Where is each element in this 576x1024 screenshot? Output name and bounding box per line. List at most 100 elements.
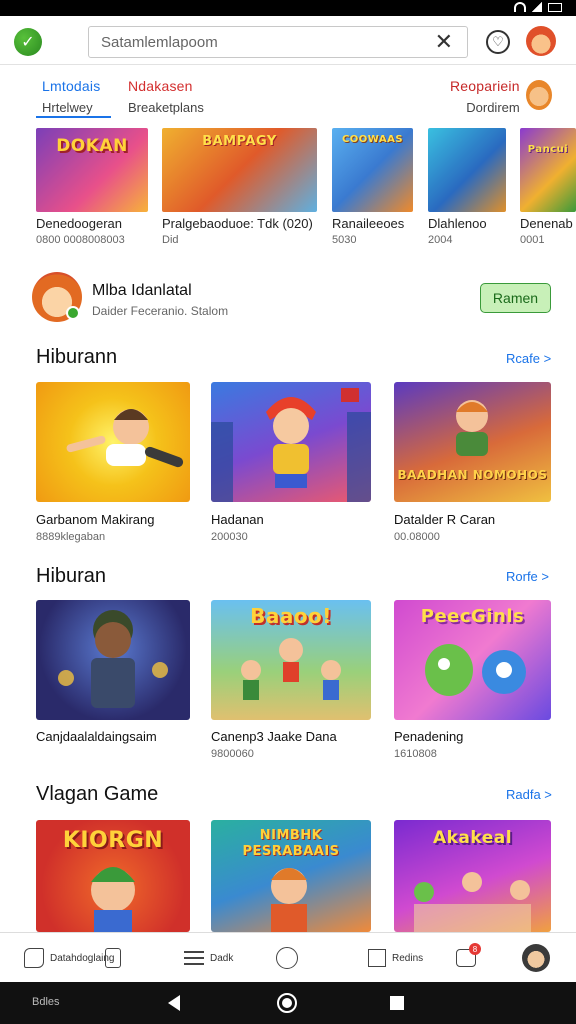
game-card[interactable]: KIORGN	[36, 820, 190, 932]
character-illustration	[456, 400, 488, 456]
game-art-title: PeecGinls	[420, 606, 525, 627]
game-title: Garbanom Makirang	[36, 512, 155, 527]
bottom-navigation: Datahdoglaing Dadk Redins 8	[0, 932, 576, 982]
nav-item-phone[interactable]	[105, 933, 121, 983]
tab-2[interactable]: Reopariein Dordirem	[450, 78, 520, 115]
game-art-title: KIORGN	[62, 828, 164, 853]
featured-sub: 5030	[332, 234, 357, 246]
game-card[interactable]: NIMBHK PESRABAAIS	[211, 820, 371, 932]
section-title: Vlagan Game	[36, 783, 159, 805]
home-icon[interactable]	[277, 993, 297, 1013]
section-more-link[interactable]: Rorfe >	[506, 569, 549, 584]
nav-label: Dadk	[210, 952, 234, 964]
game-title: Canjdaalaldaingsaim	[36, 729, 157, 744]
character-illustration	[66, 409, 184, 468]
featured-art-title: DOKAN	[56, 136, 128, 156]
wifi-icon	[514, 2, 526, 12]
section-more-link[interactable]: Rcafe >	[506, 351, 551, 366]
featured-title: Denenab	[520, 216, 573, 231]
tab-sub: Dordirem	[466, 100, 520, 115]
tab-sub: Hrtelwey	[42, 100, 93, 115]
search-input[interactable]	[101, 31, 421, 53]
featured-card[interactable]: COOWAAS	[332, 128, 413, 212]
section-title: Hiburann	[36, 346, 118, 368]
app-logo-icon[interactable]: ✓	[14, 28, 42, 56]
user-avatar[interactable]	[526, 26, 556, 56]
close-icon[interactable]: ✕	[435, 30, 453, 54]
profile-avatar	[522, 944, 550, 972]
game-card[interactable]	[36, 600, 190, 720]
section-more-link[interactable]: Radfa >	[506, 787, 552, 802]
featured-card[interactable]: DOKAN	[36, 128, 148, 212]
nav-item-clock[interactable]	[276, 933, 298, 983]
clock-icon	[276, 947, 298, 969]
featured-sub: 2004	[428, 234, 453, 246]
featured-title: Denedoogeran	[36, 216, 123, 231]
game-subtitle: 1610808	[394, 748, 437, 760]
active-tab-indicator	[36, 116, 111, 118]
nav-label: Redins	[392, 952, 424, 964]
developer-name: Mlba Idanlatal	[92, 282, 192, 299]
verified-icon	[66, 306, 80, 320]
featured-sub: 0001	[520, 234, 545, 246]
top-app-bar: ✓ ✕ ♡	[0, 16, 576, 64]
game-card[interactable]	[211, 382, 371, 502]
nav-item-chat[interactable]: 8	[456, 933, 481, 983]
game-card[interactable]: PeecGinls	[394, 600, 551, 720]
game-art-title: Akakeal	[432, 828, 513, 848]
featured-title: Ranaileeoes	[332, 216, 405, 231]
featured-card[interactable]: BAMPAGY	[162, 128, 317, 212]
developer-subtitle: Daider Feceranio. Stalom	[92, 304, 229, 318]
character-illustration	[58, 610, 168, 708]
notification-badge: 8	[469, 943, 481, 955]
bookmark-icon	[368, 949, 386, 967]
nav-item-list[interactable]: Dadk	[184, 933, 233, 983]
nav-item-profile[interactable]	[522, 933, 550, 983]
featured-sub: 0800 0008008003	[36, 234, 125, 246]
follow-button[interactable]: Ramen	[480, 283, 551, 313]
back-icon[interactable]	[168, 995, 180, 1011]
chat-icon: 8	[456, 943, 481, 967]
game-art-title: BAADHAN NOMOHOS	[397, 468, 548, 482]
search-bar[interactable]: ✕	[88, 26, 468, 58]
nav-item-bookmark[interactable]: Redins	[368, 933, 423, 983]
developer-avatar[interactable]	[32, 272, 82, 322]
wishlist-icon[interactable]: ♡	[486, 30, 510, 54]
featured-card[interactable]: Pancui	[520, 128, 576, 212]
nav-item-games[interactable]: Datahdoglaing	[24, 933, 115, 983]
tab-1[interactable]: Ndakasen Breaketplans	[128, 78, 204, 115]
game-subtitle: 200030	[211, 531, 248, 543]
game-art-title: Baaoo!	[250, 604, 332, 628]
game-subtitle: 9800060	[211, 748, 254, 760]
featured-art-title: BAMPAGY	[202, 134, 277, 149]
tab-0[interactable]: Lmtodais Hrtelwey	[42, 78, 100, 115]
tab-label: Reopariein	[450, 78, 520, 94]
status-icons	[514, 2, 562, 12]
game-title: Hadanan	[211, 512, 264, 527]
game-title: Datalder R Caran	[394, 512, 496, 527]
featured-card[interactable]	[428, 128, 506, 212]
game-card[interactable]: Akakeal	[394, 820, 551, 932]
phone-icon	[105, 948, 121, 968]
divider	[0, 64, 576, 65]
section-title: Hiburan	[36, 565, 107, 587]
game-card[interactable]: BAADHAN NOMOHOS	[394, 382, 551, 502]
tab-label: Lmtodais	[42, 78, 101, 94]
battery-icon	[548, 2, 562, 12]
badge-icon	[341, 388, 359, 402]
puzzle-icon	[24, 948, 44, 968]
featured-title: Pralgebaoduoe: Tdk (020)	[162, 216, 313, 231]
tab-sub: Breaketplans	[128, 100, 204, 115]
list-icon	[184, 951, 204, 965]
status-bar	[0, 0, 576, 16]
featured-art	[520, 128, 576, 212]
game-card[interactable]	[36, 382, 190, 502]
game-card[interactable]: Baaoo!	[211, 600, 371, 720]
featured-art-title: COOWAAS	[341, 134, 404, 145]
game-subtitle: 00.08000	[394, 531, 440, 543]
game-art-title: NIMBHK PESRABAAIS	[242, 828, 340, 859]
tab-label: Ndakasen	[128, 78, 193, 94]
recent-apps-icon[interactable]	[390, 996, 404, 1010]
featured-sub: Did	[162, 234, 179, 246]
game-title: Penadening	[394, 729, 464, 744]
